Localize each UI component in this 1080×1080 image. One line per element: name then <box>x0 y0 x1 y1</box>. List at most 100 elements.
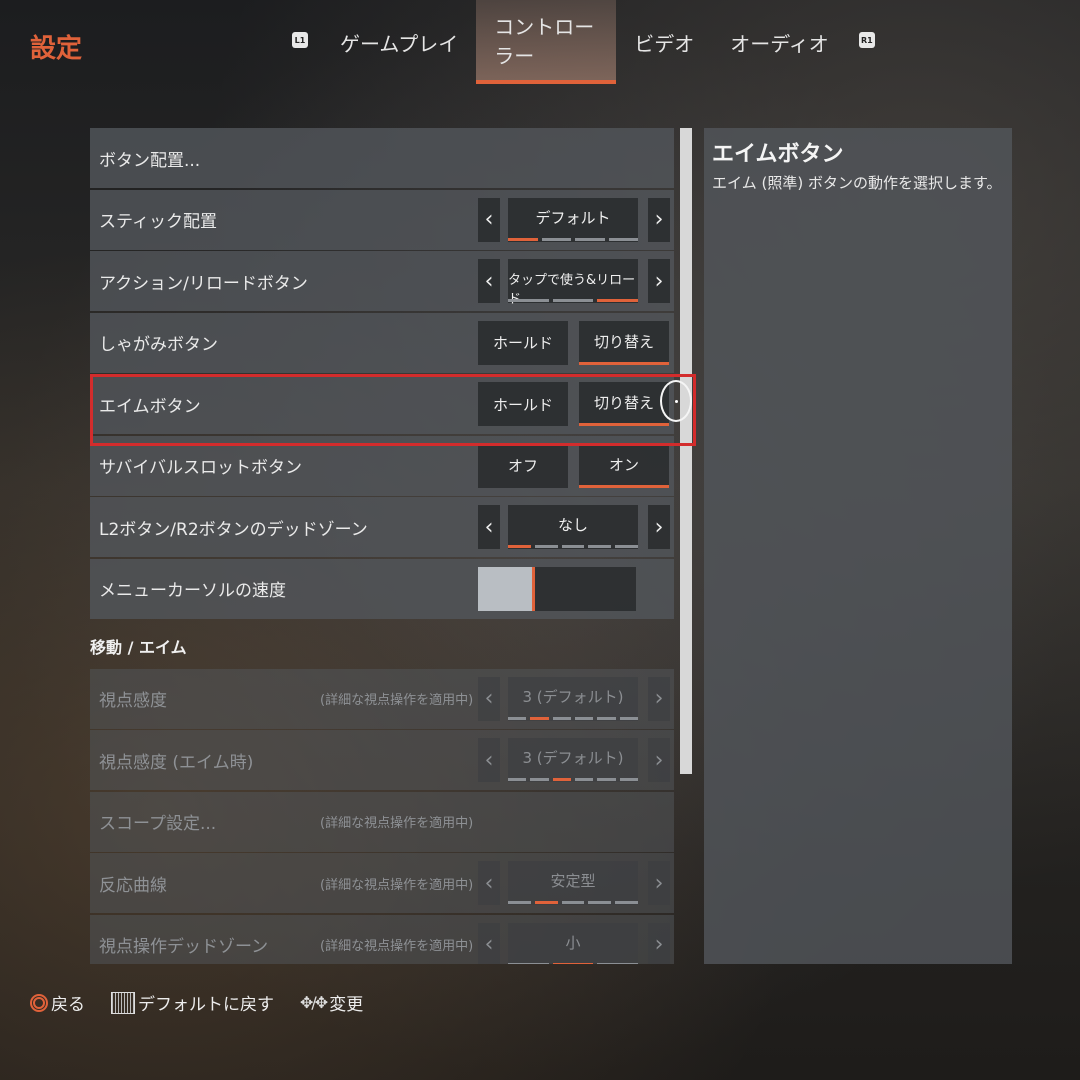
tab-gameplay[interactable]: ゲームプレイ <box>322 0 476 84</box>
dpad-icon: ✥/✥ <box>300 993 328 1012</box>
row-trigger-deadzone[interactable]: L2ボタン/R2ボタンのデッドゾーン ‹ なし › <box>90 497 674 557</box>
row-survival-slot[interactable]: サバイバルスロットボタン オフ オン <box>90 435 674 496</box>
option-indicator <box>508 901 638 904</box>
row-look-sensitivity[interactable]: 視点感度 (詳細な視点操作を適用中) ‹ 3 (デフォルト) › <box>90 668 674 729</box>
tab-video[interactable]: ビデオ <box>616 0 712 84</box>
reset-default-hint[interactable]: デフォルトに戻す <box>111 990 274 1015</box>
info-title: エイムボタン <box>712 142 844 167</box>
row-label: スコープ設定... <box>99 814 217 834</box>
chevron-right-icon[interactable]: › <box>648 197 670 242</box>
row-label: エイムボタン <box>99 396 201 417</box>
option-segment <box>534 901 558 904</box>
option-indicator <box>508 716 638 720</box>
row-note: (詳細な視点操作を適用中) <box>320 877 474 893</box>
crouch-hold-option[interactable]: ホールド <box>478 320 568 365</box>
back-label: 戻る <box>51 995 85 1015</box>
option-segment <box>541 237 571 241</box>
option-indicator <box>508 962 639 964</box>
chevron-right-icon[interactable]: › <box>648 259 670 303</box>
option-segment <box>597 716 616 720</box>
row-crouch[interactable]: しゃがみボタン ホールド 切り替え <box>90 312 674 373</box>
chevron-right-icon[interactable]: › <box>648 738 670 782</box>
option-segment <box>508 716 527 720</box>
scrollbar[interactable] <box>680 128 692 774</box>
info-description: エイム (照準) ボタンの動作を選択します。 <box>712 174 1002 192</box>
row-label: 視点操作デッドゾーン <box>99 937 269 957</box>
slider-fill <box>478 566 535 611</box>
look-deadzone-selector[interactable]: ‹ 小 › <box>478 922 670 964</box>
row-look-deadzone[interactable]: 視点操作デッドゾーン (詳細な視点操作を適用中) ‹ 小 › <box>90 914 674 964</box>
chevron-right-icon[interactable]: › <box>648 861 670 905</box>
row-label: 視点感度 <box>99 691 167 711</box>
r1-button-icon[interactable]: R1 <box>858 32 875 48</box>
settings-list: ボタン配置... スティック配置 ‹ デフォルト › アクション/リロードボタン… <box>90 128 674 964</box>
option-segment <box>530 778 549 781</box>
row-label: サバイバルスロットボタン <box>99 458 302 478</box>
option-segment <box>508 237 538 241</box>
row-label: しゃがみボタン <box>99 335 218 355</box>
chevron-left-icon[interactable]: ‹ <box>478 259 500 303</box>
row-scope-settings[interactable]: スコープ設定... (詳細な視点操作を適用中) <box>90 791 674 852</box>
row-button-layout[interactable]: ボタン配置... <box>90 128 674 188</box>
tab-controller[interactable]: コントローラー <box>476 0 617 84</box>
chevron-right-icon[interactable]: › <box>648 505 670 549</box>
crouch-toggle-option[interactable]: 切り替え <box>579 320 669 365</box>
survival-on-option[interactable]: オン <box>579 443 669 488</box>
row-label: アクション/リロードボタン <box>99 273 308 294</box>
row-label: メニューカーソルの速度 <box>99 581 286 601</box>
row-response-curve[interactable]: 反応曲線 (詳細な視点操作を適用中) ‹ 安定型 › <box>90 853 674 913</box>
back-hint[interactable]: 戻る <box>30 990 85 1015</box>
aim-toggle-option[interactable]: 切り替え <box>579 382 669 426</box>
change-hint[interactable]: ✥/✥ 変更 <box>300 990 363 1015</box>
look-sensitivity-selector[interactable]: ‹ 3 (デフォルト) › <box>478 676 670 721</box>
chevron-left-icon[interactable]: ‹ <box>478 738 500 782</box>
circle-button-icon <box>30 993 48 1012</box>
row-label: L2ボタン/R2ボタンのデッドゾーン <box>99 519 368 540</box>
chevron-left-icon[interactable]: ‹ <box>478 922 500 964</box>
row-stick-layout[interactable]: スティック配置 ‹ デフォルト › <box>90 189 674 250</box>
selector-value: タップで使う&リロード <box>508 259 638 307</box>
aim-hold-option[interactable]: ホールド <box>478 382 568 426</box>
chevron-left-icon[interactable]: ‹ <box>478 197 500 242</box>
chevron-left-icon[interactable]: ‹ <box>478 861 500 905</box>
action-reload-selector[interactable]: ‹ タップで使う&リロード › <box>478 259 670 307</box>
tab-bar: L1 ゲームプレイ コントローラー ビデオ オーディオ R1 <box>280 0 889 84</box>
option-segment <box>561 901 585 904</box>
option-segment <box>575 237 605 241</box>
l1-button-icon[interactable]: L1 <box>292 32 308 48</box>
change-label: 変更 <box>329 995 364 1015</box>
stick-layout-selector[interactable]: ‹ デフォルト › <box>478 197 670 242</box>
selector-value: 小 <box>508 922 638 964</box>
info-panel: エイムボタン エイム (照準) ボタンの動作を選択します。 <box>704 128 1012 964</box>
row-aim-button[interactable]: エイムボタン ホールド 切り替え <box>90 374 674 434</box>
ads-sensitivity-selector[interactable]: ‹ 3 (デフォルト) › <box>478 738 670 782</box>
chevron-left-icon[interactable]: ‹ <box>478 505 500 549</box>
chevron-left-icon[interactable]: ‹ <box>478 676 500 721</box>
chevron-right-icon[interactable]: › <box>648 922 670 964</box>
survival-off-option[interactable]: オフ <box>478 443 568 488</box>
section-header-movement-aim: 移動 / エイム <box>90 637 187 657</box>
option-segment <box>508 299 549 302</box>
page-title: 設定 <box>30 34 83 64</box>
option-segment <box>608 237 638 241</box>
option-segment <box>619 778 638 781</box>
row-cursor-speed[interactable]: メニューカーソルの速度 <box>90 558 674 619</box>
option-segment <box>574 716 594 720</box>
selector-value: 3 (デフォルト) <box>508 676 638 721</box>
response-curve-selector[interactable]: ‹ 安定型 › <box>478 861 670 905</box>
row-action-reload[interactable]: アクション/リロードボタン ‹ タップで使う&リロード › <box>90 251 674 311</box>
option-segment <box>552 778 571 781</box>
option-indicator <box>508 778 638 781</box>
row-ads-sensitivity[interactable]: 視点感度 (エイム時) ‹ 3 (デフォルト) › <box>90 730 674 790</box>
row-note: (詳細な視点操作を適用中) <box>320 939 474 954</box>
option-segment <box>552 962 594 964</box>
option-segment <box>588 901 612 904</box>
selector-value: デフォルト <box>508 197 638 242</box>
tab-audio[interactable]: オーディオ <box>712 0 847 84</box>
footer-hints: 戻る デフォルトに戻す ✥/✥ 変更 <box>30 990 389 1015</box>
cursor-speed-slider[interactable] <box>478 566 636 611</box>
option-segment <box>615 545 638 548</box>
chevron-right-icon[interactable]: › <box>648 676 670 721</box>
option-segment <box>508 962 549 964</box>
trigger-deadzone-selector[interactable]: ‹ なし › <box>478 505 670 549</box>
